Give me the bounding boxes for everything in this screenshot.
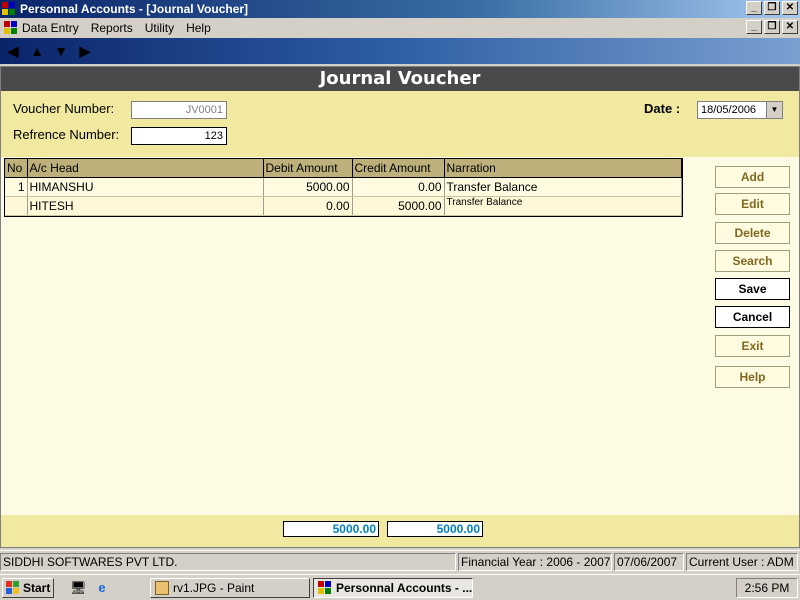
cell-account-head[interactable]: HITESH bbox=[27, 196, 264, 216]
navigation-toolbar: ◀ ▲ ▼ ▶ bbox=[0, 38, 800, 64]
col-header-no: No bbox=[5, 159, 28, 178]
cell-credit[interactable]: 0.00 bbox=[352, 177, 445, 197]
voucher-grid: No A/c Head Debit Amount Credit Amount N… bbox=[4, 158, 683, 217]
col-header-narration: Narration bbox=[444, 159, 682, 178]
app-icon bbox=[2, 2, 16, 16]
menu-reports[interactable]: Reports bbox=[91, 21, 133, 35]
start-button[interactable]: Start bbox=[2, 578, 54, 598]
arrow-up-icon[interactable]: ▲ bbox=[28, 42, 46, 60]
task-label: rv1.JPG - Paint bbox=[173, 581, 255, 595]
task-label: Personnal Accounts - ... bbox=[336, 581, 473, 595]
app-icon bbox=[318, 581, 332, 595]
menu-help[interactable]: Help bbox=[186, 21, 211, 35]
save-button[interactable]: Save bbox=[715, 278, 790, 300]
cell-no: 1 bbox=[5, 177, 28, 197]
system-clock: 2:56 PM bbox=[736, 578, 798, 598]
taskbar: Start 🖥 e rv1.JPG - Paint Personnal Acco… bbox=[0, 574, 800, 600]
voucher-number-field[interactable]: JV0001 bbox=[131, 101, 227, 119]
form-title: Journal Voucher bbox=[1, 67, 799, 91]
child-minimize-button[interactable]: _ bbox=[746, 20, 762, 34]
status-company: SIDDHI SOFTWARES PVT LTD. bbox=[0, 553, 456, 571]
restore-button[interactable]: ❐ bbox=[764, 1, 780, 15]
menu-bar: Data Entry Reports Utility Help _ ❐ ✕ bbox=[0, 18, 800, 38]
paint-icon bbox=[155, 581, 169, 595]
col-header-debit: Debit Amount bbox=[263, 159, 353, 178]
voucher-number-label: Voucher Number: bbox=[13, 101, 115, 116]
date-value: 18/05/2006 bbox=[701, 104, 757, 116]
reference-number-field[interactable]: 123 bbox=[131, 127, 227, 145]
cell-debit[interactable]: 5000.00 bbox=[263, 177, 353, 197]
table-row[interactable]: HITESH 0.00 5000.00 Transfer Balance bbox=[5, 196, 682, 216]
voucher-info-panel: Voucher Number: JV0001 Refrence Number: … bbox=[1, 91, 799, 157]
exit-button[interactable]: Exit bbox=[715, 335, 790, 357]
minimize-button[interactable]: _ bbox=[746, 1, 762, 15]
arrow-down-icon[interactable]: ▼ bbox=[52, 42, 70, 60]
taskbar-item-personnal-accounts[interactable]: Personnal Accounts - ... bbox=[313, 578, 473, 598]
status-bar: SIDDHI SOFTWARES PVT LTD. Financial Year… bbox=[0, 550, 800, 572]
arrow-right-icon[interactable]: ▶ bbox=[76, 42, 94, 60]
title-bar: Personnal Accounts - [Journal Voucher] _… bbox=[0, 0, 800, 18]
status-user: Current User : ADM bbox=[686, 553, 798, 571]
cell-no bbox=[5, 196, 28, 216]
taskbar-item-paint[interactable]: rv1.JPG - Paint bbox=[150, 578, 310, 598]
journal-voucher-form: Journal Voucher Voucher Number: JV0001 R… bbox=[0, 66, 800, 548]
internet-explorer-icon[interactable]: e bbox=[94, 580, 110, 596]
totals-panel: 5000.00 5000.00 bbox=[1, 515, 799, 547]
status-date: 07/06/2007 bbox=[614, 553, 684, 571]
menu-utility[interactable]: Utility bbox=[145, 21, 174, 35]
add-button[interactable]: Add bbox=[715, 166, 790, 188]
date-picker[interactable]: 18/05/2006 ▼ bbox=[697, 101, 783, 119]
windows-logo-icon bbox=[6, 581, 20, 595]
delete-button[interactable]: Delete bbox=[715, 222, 790, 244]
cancel-button[interactable]: Cancel bbox=[715, 306, 790, 328]
table-row[interactable]: 1 HIMANSHU 5000.00 0.00 Transfer Balance bbox=[5, 177, 682, 197]
show-desktop-icon[interactable]: 🖥 bbox=[70, 580, 87, 596]
reference-number-label: Refrence Number: bbox=[13, 127, 120, 142]
cell-narration[interactable]: Transfer Balance bbox=[444, 177, 682, 197]
search-button[interactable]: Search bbox=[715, 250, 790, 272]
status-financial-year: Financial Year : 2006 - 2007 bbox=[458, 553, 612, 571]
cell-account-head[interactable]: HIMANSHU bbox=[27, 177, 264, 197]
arrow-left-icon[interactable]: ◀ bbox=[4, 42, 22, 60]
cell-debit[interactable]: 0.00 bbox=[263, 196, 353, 216]
app-icon bbox=[4, 21, 18, 35]
date-label: Date : bbox=[644, 101, 681, 116]
menu-data-entry[interactable]: Data Entry bbox=[22, 21, 79, 35]
child-restore-button[interactable]: ❐ bbox=[764, 20, 780, 34]
debit-total: 5000.00 bbox=[283, 521, 379, 537]
cell-credit[interactable]: 5000.00 bbox=[352, 196, 445, 216]
col-header-account-head: A/c Head bbox=[27, 159, 264, 178]
col-header-credit: Credit Amount bbox=[352, 159, 445, 178]
window-title: Personnal Accounts - [Journal Voucher] bbox=[20, 2, 249, 16]
close-button[interactable]: ✕ bbox=[782, 1, 798, 15]
grid-header-row: No A/c Head Debit Amount Credit Amount N… bbox=[5, 159, 682, 178]
help-button[interactable]: Help bbox=[715, 366, 790, 388]
start-label: Start bbox=[23, 581, 51, 595]
child-close-button[interactable]: ✕ bbox=[782, 20, 798, 34]
credit-total: 5000.00 bbox=[387, 521, 483, 537]
chevron-down-icon[interactable]: ▼ bbox=[766, 102, 782, 118]
edit-button[interactable]: Edit bbox=[715, 193, 790, 215]
cell-narration[interactable]: Transfer Balance bbox=[444, 196, 682, 216]
